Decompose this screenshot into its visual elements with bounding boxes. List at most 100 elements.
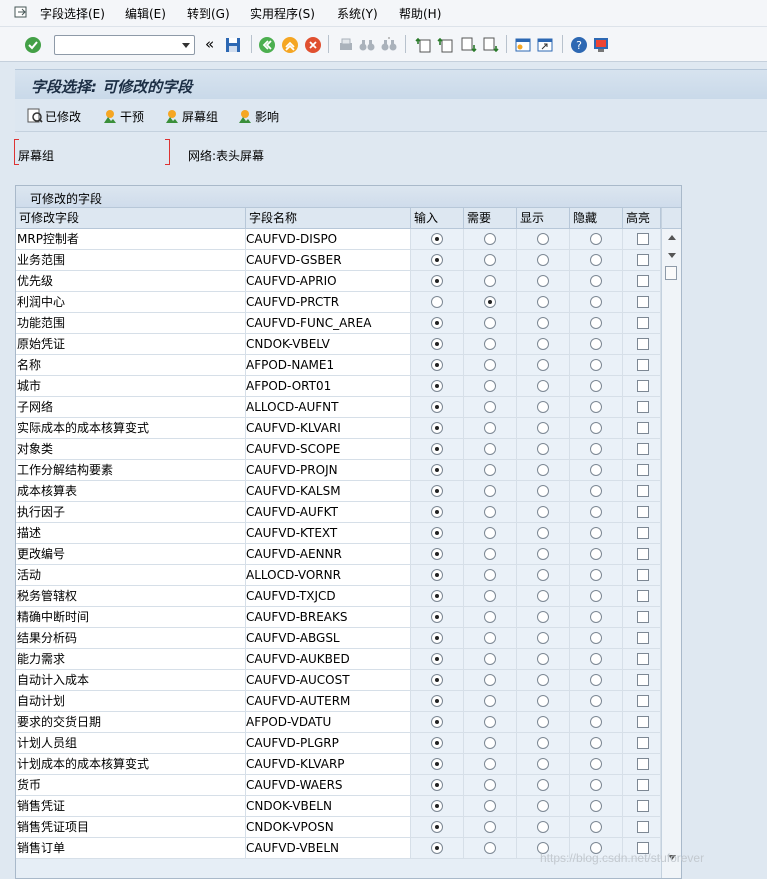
radio-input[interactable] xyxy=(431,254,443,266)
radio-required[interactable] xyxy=(484,275,496,287)
table-row[interactable]: 计划成本的成本核算变式 CAUFVD-KLVARP xyxy=(16,754,661,775)
radio-required[interactable] xyxy=(484,443,496,455)
menu-utilities[interactable]: 实用程序(S) xyxy=(250,7,315,21)
highlight-checkbox[interactable] xyxy=(637,737,649,749)
radio-hide[interactable] xyxy=(590,569,602,581)
highlight-checkbox[interactable] xyxy=(637,758,649,770)
table-row[interactable]: 能力需求 CAUFVD-AUKBED xyxy=(16,649,661,670)
highlight-checkbox[interactable] xyxy=(637,485,649,497)
radio-hide[interactable] xyxy=(590,632,602,644)
radio-hide[interactable] xyxy=(590,779,602,791)
radio-input[interactable] xyxy=(431,359,443,371)
column-settings-corner[interactable] xyxy=(662,208,681,229)
radio-required[interactable] xyxy=(484,779,496,791)
menu-edit[interactable]: 编辑(E) xyxy=(125,7,166,21)
highlight-checkbox[interactable] xyxy=(637,800,649,812)
radio-display[interactable] xyxy=(537,695,549,707)
radio-hide[interactable] xyxy=(590,317,602,329)
enter-check-icon[interactable] xyxy=(24,36,42,54)
radio-required[interactable] xyxy=(484,590,496,602)
table-row[interactable]: 税务管辖权 CAUFVD-TXJCD xyxy=(16,586,661,607)
radio-required[interactable] xyxy=(484,758,496,770)
save-icon[interactable] xyxy=(224,36,242,54)
radio-display[interactable] xyxy=(537,380,549,392)
radio-hide[interactable] xyxy=(590,716,602,728)
radio-hide[interactable] xyxy=(590,653,602,665)
radio-input[interactable] xyxy=(431,695,443,707)
radio-display[interactable] xyxy=(537,611,549,623)
highlight-checkbox[interactable] xyxy=(637,569,649,581)
radio-display[interactable] xyxy=(537,359,549,371)
customize-layout-icon[interactable] xyxy=(592,36,610,54)
highlight-checkbox[interactable] xyxy=(637,779,649,791)
table-row[interactable]: 货币 CAUFVD-WAERS xyxy=(16,775,661,796)
radio-required[interactable] xyxy=(484,359,496,371)
radio-required[interactable] xyxy=(484,569,496,581)
table-row[interactable]: 结果分析码 CAUFVD-ABGSL xyxy=(16,628,661,649)
screen-group-button[interactable]: 屏幕组 xyxy=(164,106,218,126)
radio-display[interactable] xyxy=(537,233,549,245)
column-header-hide[interactable]: 隐藏 xyxy=(570,208,623,229)
radio-hide[interactable] xyxy=(590,695,602,707)
command-field[interactable] xyxy=(54,35,195,55)
highlight-checkbox[interactable] xyxy=(637,443,649,455)
radio-required[interactable] xyxy=(484,464,496,476)
radio-display[interactable] xyxy=(537,569,549,581)
radio-hide[interactable] xyxy=(590,506,602,518)
table-row[interactable]: 对象类 CAUFVD-SCOPE xyxy=(16,439,661,460)
radio-display[interactable] xyxy=(537,800,549,812)
radio-input[interactable] xyxy=(431,233,443,245)
radio-display[interactable] xyxy=(537,254,549,266)
table-row[interactable]: 销售凭证项目 CNDOK-VPOSN xyxy=(16,817,661,838)
vertical-scrollbar[interactable] xyxy=(661,208,681,878)
print-icon[interactable] xyxy=(337,36,355,54)
radio-hide[interactable] xyxy=(590,611,602,623)
radio-display[interactable] xyxy=(537,443,549,455)
menu-system[interactable]: 系统(Y) xyxy=(337,7,378,21)
column-header-required[interactable]: 需要 xyxy=(464,208,517,229)
radio-hide[interactable] xyxy=(590,548,602,560)
radio-required[interactable] xyxy=(484,317,496,329)
highlight-checkbox[interactable] xyxy=(637,422,649,434)
table-row[interactable]: 城市 AFPOD-ORT01 xyxy=(16,376,661,397)
table-row[interactable]: 功能范围 CAUFVD-FUNC_AREA xyxy=(16,313,661,334)
table-row[interactable]: 执行因子 CAUFVD-AUFKT xyxy=(16,502,661,523)
table-row[interactable]: 精确中断时间 CAUFVD-BREAKS xyxy=(16,607,661,628)
impact-button[interactable]: 影响 xyxy=(237,106,279,126)
menu-goto[interactable]: 转到(G) xyxy=(187,7,230,21)
radio-hide[interactable] xyxy=(590,485,602,497)
radio-display[interactable] xyxy=(537,275,549,287)
radio-hide[interactable] xyxy=(590,233,602,245)
back-icon[interactable] xyxy=(258,36,276,54)
radio-display[interactable] xyxy=(537,632,549,644)
radio-input[interactable] xyxy=(431,737,443,749)
radio-input[interactable] xyxy=(431,275,443,287)
scroll-thumb[interactable] xyxy=(665,266,677,280)
highlight-checkbox[interactable] xyxy=(637,317,649,329)
radio-required[interactable] xyxy=(484,254,496,266)
radio-required[interactable] xyxy=(484,527,496,539)
radio-display[interactable] xyxy=(537,422,549,434)
radio-hide[interactable] xyxy=(590,380,602,392)
radio-input[interactable] xyxy=(431,464,443,476)
radio-required[interactable] xyxy=(484,716,496,728)
exit-menu-icon[interactable] xyxy=(14,5,28,19)
highlight-checkbox[interactable] xyxy=(637,233,649,245)
radio-hide[interactable] xyxy=(590,275,602,287)
radio-hide[interactable] xyxy=(590,254,602,266)
radio-required[interactable] xyxy=(484,632,496,644)
table-row[interactable]: 自动计划 CAUFVD-AUTERM xyxy=(16,691,661,712)
highlight-checkbox[interactable] xyxy=(637,401,649,413)
radio-input[interactable] xyxy=(431,443,443,455)
highlight-checkbox[interactable] xyxy=(637,338,649,350)
radio-input[interactable] xyxy=(431,779,443,791)
radio-display[interactable] xyxy=(537,737,549,749)
radio-display[interactable] xyxy=(537,590,549,602)
column-header-input[interactable]: 输入 xyxy=(411,208,464,229)
table-row[interactable]: 优先级 CAUFVD-APRIO xyxy=(16,271,661,292)
radio-input[interactable] xyxy=(431,821,443,833)
radio-display[interactable] xyxy=(537,464,549,476)
radio-display[interactable] xyxy=(537,527,549,539)
radio-required[interactable] xyxy=(484,485,496,497)
table-row[interactable]: 活动 ALLOCD-VORNR xyxy=(16,565,661,586)
